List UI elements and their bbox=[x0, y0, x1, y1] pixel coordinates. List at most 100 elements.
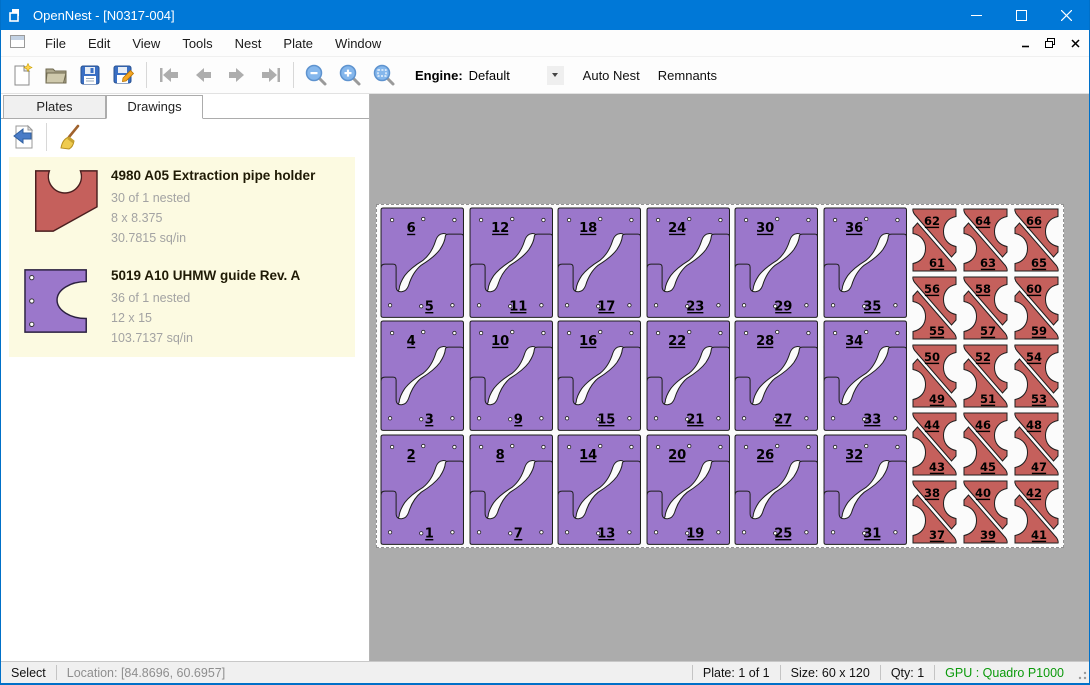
svg-text:56: 56 bbox=[924, 282, 940, 296]
remnants-button[interactable]: Remnants bbox=[649, 62, 726, 89]
resize-grip[interactable] bbox=[1074, 665, 1088, 681]
svg-text:38: 38 bbox=[924, 486, 940, 500]
app-icon bbox=[1, 7, 31, 23]
nest-cell-purple[interactable]: 3231 bbox=[821, 433, 910, 546]
engine-dropdown-button[interactable] bbox=[547, 66, 564, 85]
zoom-fit-icon bbox=[372, 63, 396, 87]
size-indicator: Size: 60 x 120 bbox=[781, 666, 880, 680]
import-drawing-button[interactable] bbox=[7, 122, 41, 152]
mdi-close-button[interactable] bbox=[1064, 33, 1086, 53]
nest-cell-purple[interactable]: 1413 bbox=[555, 433, 644, 546]
nest-cell-purple[interactable]: 1615 bbox=[555, 319, 644, 432]
nest-cell-purple[interactable]: 43 bbox=[378, 319, 467, 432]
svg-text:40: 40 bbox=[975, 486, 991, 500]
nest-cell-purple[interactable]: 2019 bbox=[644, 433, 733, 546]
minimize-button[interactable] bbox=[954, 0, 999, 30]
svg-text:53: 53 bbox=[1031, 392, 1047, 406]
import-drawing-icon bbox=[11, 124, 37, 150]
menu-item-file[interactable]: File bbox=[34, 32, 77, 55]
mdi-minimize-button[interactable] bbox=[1014, 33, 1036, 53]
nest-cell-purple[interactable]: 2827 bbox=[732, 319, 821, 432]
next-plate-button[interactable] bbox=[220, 60, 254, 90]
close-button[interactable] bbox=[1044, 0, 1089, 30]
nest-cell-purple[interactable]: 2625 bbox=[732, 433, 821, 546]
nest-cell-purple[interactable]: 2423 bbox=[644, 206, 733, 319]
mdi-restore-button[interactable] bbox=[1039, 33, 1061, 53]
drawing-item[interactable]: 4980 A05 Extraction pipe holder 30 of 1 … bbox=[9, 157, 355, 257]
menu-item-plate[interactable]: Plate bbox=[272, 32, 324, 55]
save-button[interactable] bbox=[73, 60, 107, 90]
nest-cell-red[interactable]: 4241 bbox=[1011, 478, 1062, 546]
menu-item-window[interactable]: Window bbox=[324, 32, 392, 55]
drawing-area: 103.7137 sq/in bbox=[111, 328, 300, 348]
nest-cell-purple[interactable]: 2221 bbox=[644, 319, 733, 432]
nest-cell-red[interactable]: 5655 bbox=[909, 274, 960, 342]
mdi-document-icon[interactable] bbox=[10, 35, 25, 51]
nest-cell-purple[interactable]: 1817 bbox=[555, 206, 644, 319]
menu-item-nest[interactable]: Nest bbox=[224, 32, 273, 55]
menu-item-view[interactable]: View bbox=[121, 32, 171, 55]
nest-cell-purple[interactable]: 3029 bbox=[732, 206, 821, 319]
nest-cell-red[interactable]: 58 57 bbox=[960, 274, 1011, 342]
nest-cell-red[interactable]: 4847 bbox=[1011, 410, 1062, 478]
mode-indicator: Select bbox=[1, 666, 56, 680]
drawing-size: 8 x 8.375 bbox=[111, 208, 315, 228]
part-shape-red bbox=[36, 171, 97, 231]
drawing-list: 4980 A05 Extraction pipe holder 30 of 1 … bbox=[9, 157, 355, 357]
zoom-in-button[interactable] bbox=[333, 60, 367, 90]
nest-cell-purple[interactable]: 3433 bbox=[821, 319, 910, 432]
nest-cell-red[interactable]: 6665 bbox=[1011, 206, 1062, 274]
nest-cell-purple[interactable]: 1211 bbox=[467, 206, 556, 319]
menu-item-edit[interactable]: Edit bbox=[77, 32, 121, 55]
new-nest-button[interactable] bbox=[5, 60, 39, 90]
last-plate-button[interactable] bbox=[254, 60, 288, 90]
nest-cell-purple[interactable]: 65 bbox=[378, 206, 467, 319]
zoom-in-icon bbox=[338, 63, 362, 87]
nest-cell-red[interactable]: 46 45 bbox=[960, 410, 1011, 478]
nest-cell-red[interactable]: 5251 bbox=[960, 342, 1011, 410]
svg-text:58: 58 bbox=[975, 282, 991, 296]
drawing-thumbnail bbox=[15, 166, 111, 248]
maximize-button[interactable] bbox=[999, 0, 1044, 30]
plate[interactable]: 6512111817242330293635431091615222128273… bbox=[376, 204, 1064, 548]
nest-cell-purple[interactable]: 21 bbox=[378, 433, 467, 546]
nest-cell-red[interactable]: 4443 bbox=[909, 410, 960, 478]
nest-cell-red[interactable]: 3837 bbox=[909, 478, 960, 546]
zoom-fit-button[interactable] bbox=[367, 60, 401, 90]
svg-text:65: 65 bbox=[1031, 256, 1047, 270]
clear-drawings-button[interactable] bbox=[52, 122, 86, 152]
nest-cell-red[interactable]: 4039 bbox=[960, 478, 1011, 546]
open-button[interactable] bbox=[39, 60, 73, 90]
svg-text:44: 44 bbox=[924, 418, 940, 432]
tab-drawings[interactable]: Drawings bbox=[106, 95, 203, 119]
nest-cell-purple[interactable]: 109 bbox=[467, 319, 556, 432]
menu-item-tools[interactable]: Tools bbox=[171, 32, 223, 55]
drawing-item[interactable]: 5019 A10 UHMW guide Rev. A 36 of 1 neste… bbox=[9, 257, 355, 357]
red-parts-grid: 6261646366655655585760595049525154534443… bbox=[909, 206, 1062, 546]
save-as-button[interactable] bbox=[107, 60, 141, 90]
first-plate-button[interactable] bbox=[152, 60, 186, 90]
nest-cell-purple[interactable]: 3635 bbox=[821, 206, 910, 319]
drawings-toolbar bbox=[1, 118, 369, 155]
svg-text:45: 45 bbox=[980, 460, 996, 474]
svg-text:52: 52 bbox=[975, 350, 991, 364]
svg-text:46: 46 bbox=[975, 418, 991, 432]
nest-cell-red[interactable]: 6463 bbox=[960, 206, 1011, 274]
nest-canvas[interactable]: 6512111817242330293635431091615222128273… bbox=[370, 94, 1089, 661]
svg-text:57: 57 bbox=[980, 324, 996, 338]
nest-cell-red[interactable]: 5049 bbox=[909, 342, 960, 410]
panel-tabs: Plates Drawings bbox=[1, 95, 369, 119]
left-panel: Plates Drawings bbox=[1, 94, 370, 661]
nest-cell-purple[interactable]: 87 bbox=[467, 433, 556, 546]
tab-plates[interactable]: Plates bbox=[3, 95, 106, 119]
auto-nest-button[interactable]: Auto Nest bbox=[574, 62, 649, 89]
nest-cell-red[interactable]: 6261 bbox=[909, 206, 960, 274]
nest-cell-red[interactable]: 54 53 bbox=[1011, 342, 1062, 410]
svg-text:54: 54 bbox=[1026, 350, 1042, 364]
engine-select[interactable]: Default bbox=[469, 68, 547, 83]
previous-plate-button[interactable] bbox=[186, 60, 220, 90]
nest-cell-red[interactable]: 6059 bbox=[1011, 274, 1062, 342]
zoom-out-button[interactable] bbox=[299, 60, 333, 90]
drawing-title: 5019 A10 UHMW guide Rev. A bbox=[111, 268, 300, 283]
purple-parts-grid: 6512111817242330293635 431091615222128273… bbox=[378, 206, 909, 546]
